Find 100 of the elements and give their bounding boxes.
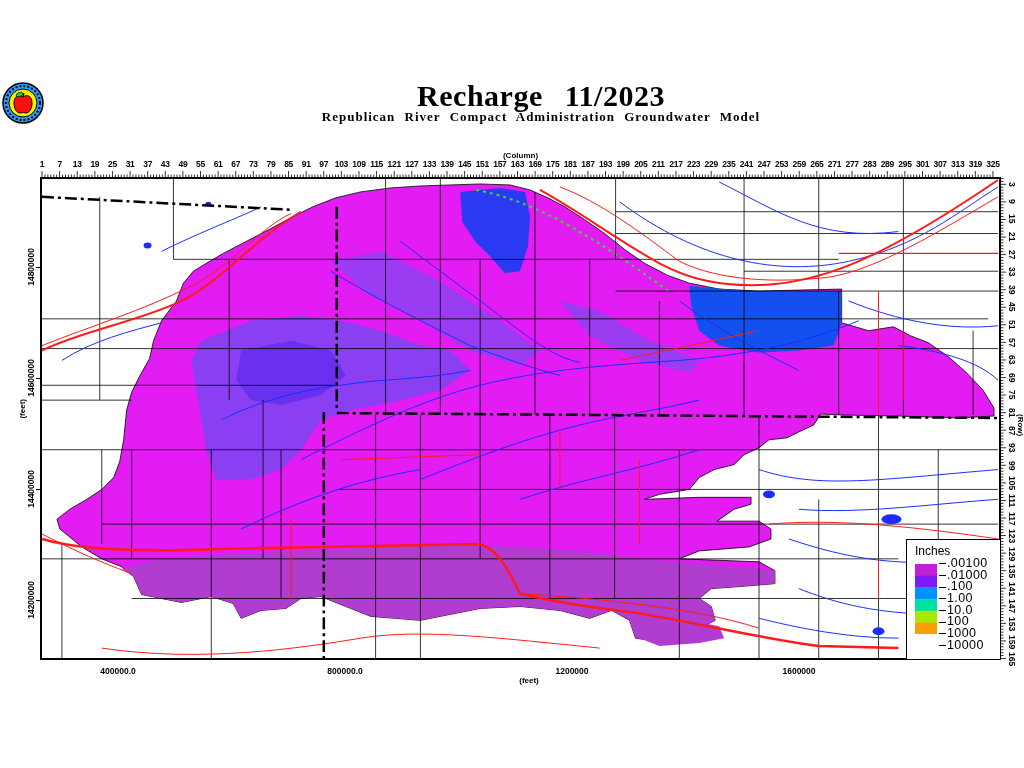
- legend-value-label: 100: [947, 616, 970, 629]
- column-number: 301: [915, 160, 930, 169]
- row-number: 21: [1006, 232, 1016, 242]
- column-number: 37: [143, 160, 153, 169]
- column-number: 241: [739, 160, 754, 169]
- column-number: 145: [458, 160, 472, 169]
- row-number: 111: [1006, 494, 1016, 508]
- column-number: 67: [231, 160, 241, 169]
- column-number: 133: [422, 160, 437, 169]
- x-axis-label: 800000.0: [327, 666, 363, 676]
- column-number: 25: [108, 160, 117, 169]
- row-number: 165: [1006, 652, 1016, 667]
- row-number: 99: [1006, 460, 1016, 471]
- column-number: 73: [248, 160, 258, 169]
- column-number: 163: [510, 160, 525, 169]
- road-line: [902, 330, 904, 401]
- column-number: 61: [213, 160, 223, 169]
- column-number: 325: [986, 160, 1000, 169]
- legend-value-label: 1.00: [947, 593, 973, 605]
- column-number: 319: [968, 160, 982, 169]
- row-number: 117: [1006, 511, 1016, 526]
- y-axis-label: 14800000: [27, 248, 36, 286]
- row-number: 9: [1006, 199, 1016, 204]
- column-number: 121: [387, 160, 401, 169]
- column-number: 277: [845, 160, 859, 169]
- row-number: 51: [1006, 320, 1016, 330]
- legend-value-label: 10000: [947, 639, 984, 652]
- column-number: 103: [334, 160, 349, 169]
- row-number: 45: [1006, 302, 1016, 312]
- road-line: [559, 429, 561, 490]
- column-number: 217: [669, 160, 683, 169]
- row-number: 147: [1006, 599, 1016, 614]
- legend-value-label: .100: [947, 581, 973, 594]
- row-number: 15: [1006, 214, 1016, 224]
- column-number: 79: [266, 160, 276, 169]
- column-number: 247: [757, 160, 771, 169]
- y-axis-label: 14600000: [27, 359, 36, 397]
- y-axis-label: 14400000: [27, 470, 36, 508]
- row-number: 123: [1006, 528, 1016, 544]
- column-number: 259: [792, 160, 806, 169]
- row-number: 129: [1006, 546, 1016, 561]
- column-number: 7: [57, 160, 62, 169]
- column-number: 19: [90, 160, 100, 169]
- row-number: 3: [1006, 181, 1016, 187]
- column-number: 43: [160, 160, 170, 169]
- row-number: 81: [1006, 408, 1016, 418]
- lake: [143, 242, 152, 249]
- lake: [205, 201, 212, 206]
- row-number: 33: [1006, 267, 1016, 277]
- row-number: 39: [1006, 284, 1016, 295]
- column-number: 253: [775, 160, 789, 169]
- legend-value-label: 1000: [947, 628, 977, 640]
- row-number: 57: [1006, 337, 1016, 348]
- column-number: 175: [546, 160, 560, 169]
- column-number: 265: [810, 160, 824, 169]
- column-number: 55: [196, 160, 205, 169]
- map-title: Recharge 11/2023: [416, 82, 666, 110]
- column-number: 169: [528, 160, 542, 169]
- column-number: 181: [563, 160, 577, 169]
- apple-emblem-icon: [2, 82, 44, 124]
- column-number: 235: [722, 160, 736, 169]
- x-axis-label: 1200000: [555, 666, 589, 676]
- row-number: 63: [1006, 355, 1016, 365]
- column-number: 283: [863, 160, 877, 169]
- row-number: 159: [1006, 634, 1016, 649]
- column-number: 13: [72, 160, 82, 169]
- column-number: 157: [493, 160, 507, 169]
- row-number: 153: [1006, 616, 1016, 632]
- row-number: 87: [1006, 425, 1016, 436]
- column-number: 85: [284, 160, 293, 169]
- legend-value-label: .00100: [947, 558, 988, 570]
- column-number: 91: [301, 160, 311, 169]
- column-number: 211: [651, 160, 665, 169]
- row-number: 69: [1006, 372, 1016, 383]
- x-axis-label: 1600000: [782, 666, 816, 676]
- legend-title: Inches: [915, 544, 951, 558]
- column-number: 139: [440, 160, 454, 169]
- column-number: 307: [933, 160, 947, 169]
- lake: [872, 627, 885, 636]
- lake: [881, 514, 902, 525]
- row-number: 27: [1006, 249, 1016, 260]
- column-number: 109: [352, 160, 366, 169]
- row-number: 135: [1006, 564, 1016, 579]
- column-number: 1: [39, 160, 45, 169]
- column-number: 229: [704, 160, 718, 169]
- column-number: 295: [898, 160, 912, 169]
- y-axis-label: 14200000: [27, 581, 36, 619]
- row-axis-title: (Row): [1015, 414, 1024, 437]
- column-number: 193: [598, 160, 613, 169]
- column-number: 115: [370, 160, 383, 169]
- column-axis-title: (Column): [502, 152, 539, 160]
- column-number: 313: [951, 160, 965, 169]
- column-number: 271: [827, 160, 842, 169]
- column-number: 289: [880, 160, 894, 169]
- y-axis-title: (feet): [17, 398, 27, 419]
- legend-value-label: .01000: [947, 569, 988, 582]
- column-number: 199: [616, 160, 630, 169]
- row-number: 141: [1006, 581, 1016, 596]
- column-number: 205: [634, 160, 648, 169]
- column-number: 49: [178, 160, 188, 169]
